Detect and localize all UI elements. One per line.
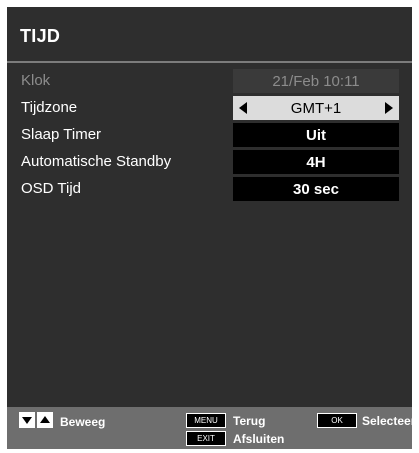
menu-row-osd-time[interactable]: OSD Tijd 30 sec (7, 177, 412, 201)
menu-key: MENU (186, 413, 226, 428)
timezone-selector[interactable]: GMT+1 (233, 96, 399, 120)
menu-row-sleep-timer[interactable]: Slaap Timer Uit (7, 123, 412, 147)
back-hint: Terug (233, 414, 266, 428)
arrow-left-icon[interactable] (239, 102, 247, 114)
up-arrow-icon (37, 412, 53, 428)
menu-row-timezone[interactable]: Tijdzone GMT+1 (7, 96, 412, 120)
auto-standby-value[interactable]: 4H (233, 150, 399, 174)
osd-time-label: OSD Tijd (21, 180, 82, 197)
auto-standby-label: Automatische Standby (21, 153, 172, 170)
ok-key: OK (317, 413, 357, 428)
select-hint: Selecteer (362, 414, 412, 428)
footer-bar: Beweeg MENU Terug EXIT Afsluiten OK Sele… (7, 407, 412, 449)
timezone-label: Tijdzone (21, 99, 78, 116)
sleep-timer-value[interactable]: Uit (233, 123, 399, 147)
exit-key: EXIT (186, 431, 226, 446)
timezone-value: GMT+1 (290, 99, 342, 117)
sleep-timer-label: Slaap Timer (21, 126, 102, 143)
clock-value: 21/Feb 10:11 (233, 69, 399, 93)
page-title: TIJD (20, 26, 61, 46)
exit-hint: Afsluiten (233, 432, 285, 446)
arrow-right-icon[interactable] (385, 102, 393, 114)
menu-row-clock: Klok 21/Feb 10:11 (7, 69, 412, 93)
title-divider (7, 61, 412, 63)
menu-row-auto-standby[interactable]: Automatische Standby 4H (7, 150, 412, 174)
settings-panel: TIJD Klok 21/Feb 10:11 Tijdzone GMT+1 Sl… (7, 7, 412, 449)
down-arrow-icon (19, 412, 35, 428)
osd-time-value[interactable]: 30 sec (233, 177, 399, 201)
move-hint: Beweeg (60, 415, 106, 429)
clock-label: Klok (21, 72, 51, 89)
